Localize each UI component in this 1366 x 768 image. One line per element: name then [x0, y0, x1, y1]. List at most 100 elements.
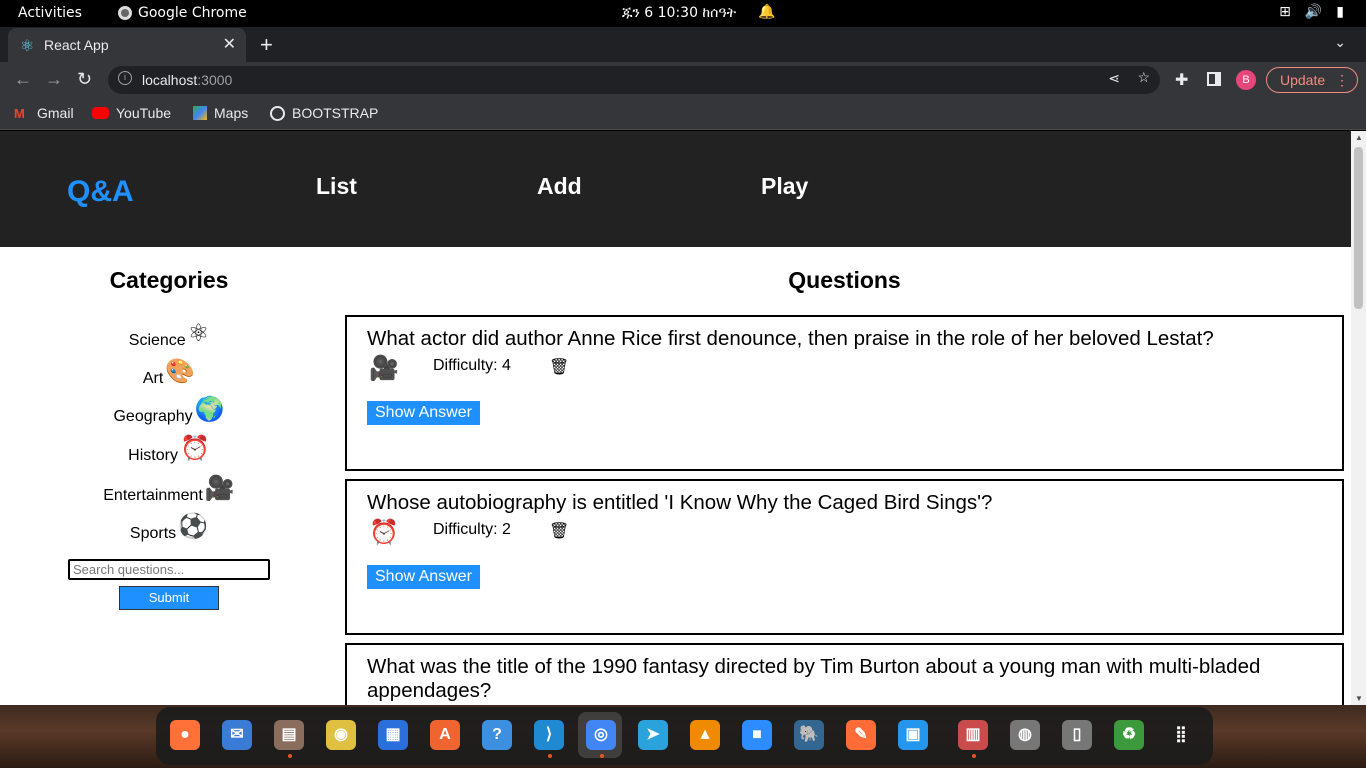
site-info-icon[interactable]: i [118, 71, 132, 85]
postgresql-icon[interactable]: 🐘 [794, 720, 824, 750]
extensions-icon[interactable]: ✚ [1175, 70, 1188, 90]
docker-icon[interactable]: ▣ [898, 720, 928, 750]
vlc-icon[interactable]: ▲ [690, 720, 720, 750]
bookmarks-bar: M Gmail YouTube Maps BOOTSTRAP [0, 98, 1366, 130]
app-center-icon[interactable]: A [430, 720, 460, 750]
category-history[interactable]: History⏰ [0, 434, 338, 465]
category-entertainment[interactable]: Entertainment🎥 [0, 474, 338, 505]
bookmark-youtube[interactable]: YouTube [92, 105, 171, 121]
reload-icon[interactable]: ↻ [77, 69, 92, 90]
youtube-icon [92, 107, 109, 119]
browser-toolbar: ← → ↻ i localhost:3000 ⋖ ☆ ✚ B Update ⋮ [0, 62, 1366, 98]
question-card: What actor did author Anne Rice first de… [345, 315, 1344, 471]
tab-title: React App [44, 37, 109, 53]
network-icon: ⊞ [1279, 4, 1291, 20]
bookmark-gmail[interactable]: M Gmail [14, 105, 74, 121]
difficulty-label: Difficulty: 2 [433, 521, 511, 538]
address-bar[interactable]: i localhost:3000 ⋖ ☆ [108, 66, 1160, 94]
trash-icon[interactable]: 🗑 [549, 357, 569, 377]
running-indicator [972, 754, 976, 758]
running-indicator [600, 754, 604, 758]
disk-icon[interactable]: ◍ [1010, 720, 1040, 750]
running-indicator [288, 754, 292, 758]
close-icon[interactable]: ✕ [223, 34, 236, 54]
browser-tab[interactable]: ⚛ React App ✕ [8, 28, 246, 62]
nav-add[interactable]: Add [537, 173, 582, 200]
bookmark-maps[interactable]: Maps [193, 105, 248, 121]
page-scrollbar[interactable]: ▲ ▼ [1351, 131, 1366, 705]
telegram-icon[interactable]: ➤ [638, 720, 668, 750]
submit-button[interactable]: Submit [119, 586, 219, 610]
question-text: What was the title of the 1990 fantasy d… [367, 655, 1261, 702]
question-text: Whose autobiography is entitled 'I Know … [367, 491, 993, 514]
atom-icon: ⚛ [187, 320, 210, 347]
clock[interactable]: ጁን 6 10:30 ከሰዓት [622, 5, 736, 21]
forward-icon[interactable]: → [45, 69, 63, 90]
firefox-icon[interactable]: ● [170, 720, 200, 750]
thunderbird-icon[interactable]: ✉ [222, 720, 252, 750]
alarm-clock-icon: ⏰ [179, 435, 210, 462]
alarm-clock-icon: ⏰ [369, 519, 399, 546]
category-sports[interactable]: Sports⚽ [0, 512, 338, 543]
app-menu-label: Google Chrome [138, 5, 247, 21]
show-answer-button[interactable]: Show Answer [367, 401, 480, 425]
search-input[interactable] [68, 559, 270, 580]
rhythmbox-icon[interactable]: ◉ [326, 720, 356, 750]
postman-icon[interactable]: ✎ [846, 720, 876, 750]
system-tray[interactable]: ⊞ 🔊 ▮ [1279, 4, 1344, 20]
gmail-icon: M [14, 106, 25, 121]
questions-title: Questions [788, 267, 901, 293]
trash-icon[interactable]: ♻ [1114, 720, 1144, 750]
react-icon: ⚛ [20, 38, 35, 55]
system-top-bar: Activities Google Chrome ጁን 6 10:30 ከሰዓት… [0, 0, 1366, 27]
zoom-icon[interactable]: ■ [742, 720, 772, 750]
bookmark-bootstrap[interactable]: BOOTSTRAP [270, 105, 378, 121]
bookmark-star-icon[interactable]: ☆ [1137, 69, 1150, 86]
libreoffice-writer-icon[interactable]: ▦ [378, 720, 408, 750]
screenshot-viewer-icon[interactable]: ▥ [958, 720, 988, 750]
category-science[interactable]: Science⚛ [0, 319, 338, 350]
brand-logo[interactable]: Q&A [67, 175, 134, 209]
category-art[interactable]: Art🎨 [0, 357, 338, 388]
app-header: Q&A List Add Play [0, 131, 1351, 247]
categories-title: Categories [109, 267, 229, 293]
notification-bell-icon: 🔔 [758, 4, 776, 20]
back-icon[interactable]: ← [14, 69, 32, 90]
new-tab-button[interactable]: + [260, 32, 273, 58]
tab-search-chevron-icon[interactable]: ⌄ [1334, 34, 1346, 51]
nav-play[interactable]: Play [761, 173, 808, 200]
activities-button[interactable]: Activities [18, 5, 82, 21]
africa-icon: 🌍 [194, 396, 225, 423]
scroll-down-icon[interactable]: ▼ [1355, 694, 1363, 703]
url-text: localhost:3000 [142, 72, 233, 88]
side-panel-icon[interactable] [1207, 72, 1221, 86]
page-viewport: Q&A List Add Play Categories Science⚛ Ar… [0, 131, 1351, 705]
battery-icon: ▮ [1336, 4, 1344, 20]
usb-drive-icon[interactable]: ▯ [1062, 720, 1092, 750]
soccer-ball-icon: ⚽ [178, 513, 209, 540]
trash-icon[interactable]: 🗑 [549, 521, 569, 541]
question-text: What actor did author Anne Rice first de… [367, 327, 1214, 350]
chrome-icon[interactable]: ◎ [586, 720, 616, 750]
help-icon[interactable]: ? [482, 720, 512, 750]
profile-avatar[interactable]: B [1236, 70, 1256, 90]
update-button[interactable]: Update ⋮ [1266, 67, 1358, 93]
scrollbar-thumb[interactable] [1354, 147, 1363, 309]
volume-icon: 🔊 [1304, 4, 1323, 20]
scroll-up-icon[interactable]: ▲ [1355, 133, 1363, 142]
question-card: Whose autobiography is entitled 'I Know … [345, 479, 1344, 635]
category-geography[interactable]: Geography🌍 [0, 395, 338, 426]
share-icon[interactable]: ⋖ [1108, 70, 1120, 87]
nav-list[interactable]: List [316, 173, 357, 200]
vscode-icon[interactable]: ⟩ [534, 720, 564, 750]
app-menu[interactable]: Google Chrome [118, 5, 247, 21]
difficulty-label: Difficulty: 4 [433, 357, 511, 374]
dock [156, 707, 1213, 765]
files-icon[interactable]: ▤ [274, 720, 304, 750]
show-apps-icon[interactable]: ⣿ [1166, 720, 1196, 750]
menu-dots-icon[interactable]: ⋮ [1335, 72, 1349, 89]
show-answer-button[interactable]: Show Answer [367, 565, 480, 589]
chrome-icon [118, 6, 132, 20]
film-camera-icon: 🎥 [204, 475, 235, 502]
globe-icon [270, 105, 285, 121]
